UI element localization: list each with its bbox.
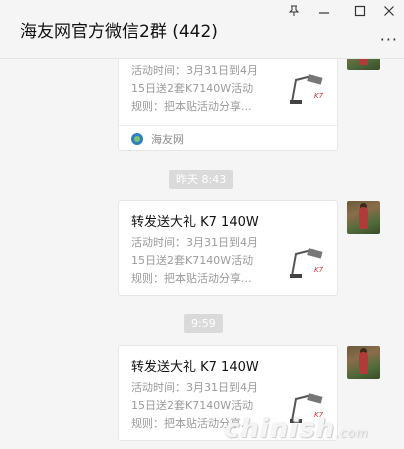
chat-title: 海友网官方微信2群 (442) xyxy=(20,22,218,42)
card-desc-line: 规则：把本贴活动分享... xyxy=(131,100,252,113)
message-list[interactable]: 活动时间：3月31日到4月 15日送2套K7140W活动 规则：把本贴活动分享.… xyxy=(0,59,404,449)
link-card-message[interactable]: 活动时间：3月31日到4月 15日送2套K7140W活动 规则：把本贴活动分享.… xyxy=(118,59,338,151)
minimize-icon[interactable] xyxy=(312,2,336,20)
card-desc-line: 规则：把本贴活动分享... xyxy=(131,272,252,285)
card-title: 转发送大礼 K7 140W xyxy=(131,360,259,375)
timestamp-chip: 9:59 xyxy=(184,314,223,333)
svg-text:K7: K7 xyxy=(314,266,324,274)
avatar[interactable] xyxy=(347,346,380,379)
pin-icon[interactable] xyxy=(282,2,306,20)
close-icon[interactable] xyxy=(377,2,401,20)
watermark-text: chinish xyxy=(224,414,336,444)
product-thumbnail-icon: K7 xyxy=(286,66,330,110)
card-description: 活动时间：3月31日到4月 15日送2套K7140W活动 规则：把本贴活动分享.… xyxy=(131,62,279,116)
timestamp-chip: 昨天 8:43 xyxy=(169,170,234,189)
card-desc-line: 15日送2套K7140W活动 xyxy=(131,82,254,95)
more-dots-icon[interactable]: ··· xyxy=(380,30,398,49)
card-source-label: 海友网 xyxy=(151,133,184,146)
avatar[interactable] xyxy=(347,201,380,234)
card-description: 活动时间：3月31日到4月 15日送2套K7140W活动 规则：把本贴活动分享.… xyxy=(131,234,279,288)
svg-text:K7: K7 xyxy=(314,92,324,100)
card-desc-line: 15日送2套K7140W活动 xyxy=(131,399,254,412)
card-source: 海友网 xyxy=(131,131,184,147)
source-logo-icon xyxy=(131,133,143,145)
link-card-message[interactable]: 转发送大礼 K7 140W 活动时间：3月31日到4月 15日送2套K7140W… xyxy=(118,200,338,296)
maximize-icon[interactable] xyxy=(348,2,372,20)
card-title: 转发送大礼 K7 140W xyxy=(131,215,259,230)
product-thumbnail-icon: K7 xyxy=(286,240,330,284)
card-desc-line: 15日送2套K7140W活动 xyxy=(131,254,254,267)
card-desc-line: 活动时间：3月31日到4月 xyxy=(131,64,258,77)
avatar[interactable] xyxy=(347,59,380,70)
card-desc-line: 活动时间：3月31日到4月 xyxy=(131,236,258,249)
card-divider xyxy=(119,125,337,126)
watermark-suffix: .com xyxy=(335,426,369,440)
card-desc-line: 活动时间：3月31日到4月 xyxy=(131,381,258,394)
watermark-logo: chinish.com xyxy=(224,414,369,444)
chat-header: 海友网官方微信2群 (442) ··· xyxy=(0,0,404,59)
